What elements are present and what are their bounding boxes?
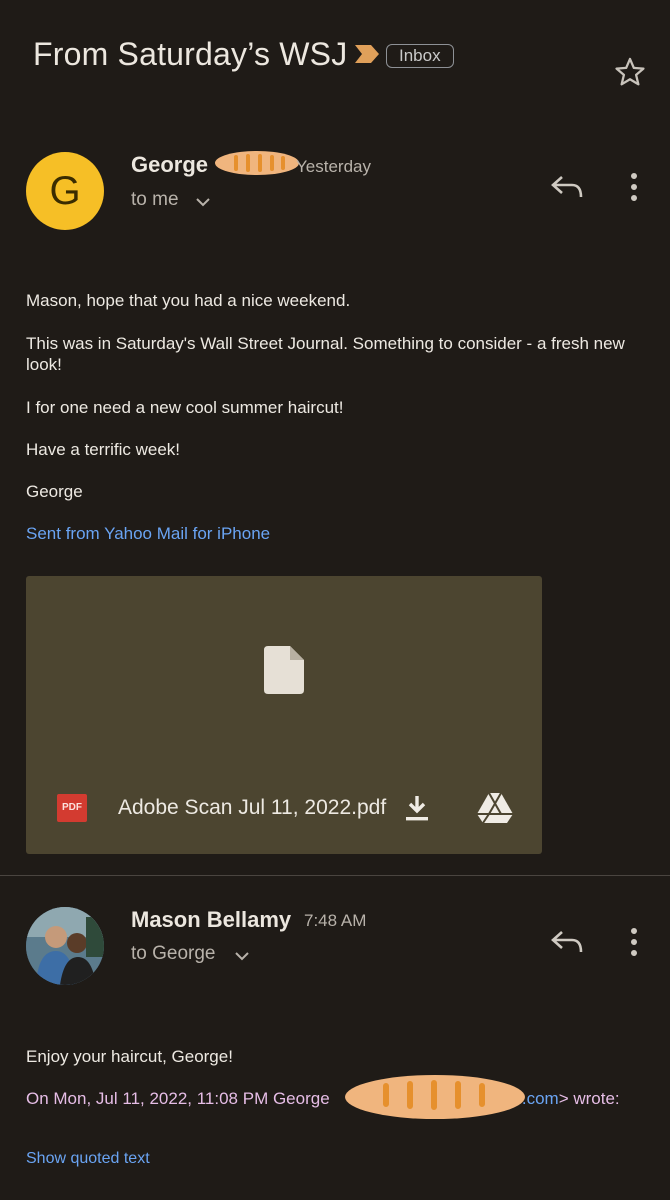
recipient-summary[interactable]: to me [131,189,179,211]
email-subject: From Saturday’s WSJ [33,36,348,72]
sender-name[interactable]: Mason Bellamy [131,907,291,933]
show-quoted-text-link[interactable]: Show quoted text [26,1150,150,1168]
more-options-icon[interactable] [630,927,638,957]
download-icon[interactable] [404,794,430,822]
yahoo-mail-link[interactable]: Sent from Yahoo Mail for iPhone [26,523,270,544]
recipient-summary[interactable]: to George [131,943,216,965]
inbox-label-chip[interactable]: Inbox [386,44,454,68]
more-options-icon[interactable] [630,172,638,202]
save-to-drive-icon[interactable] [476,792,514,824]
pdf-file-icon: PDF [57,794,87,822]
quoted-suffix: > wrote: [558,1089,620,1108]
body-paragraph: Mason, hope that you had a nice weekend. [26,291,351,310]
sender-avatar-photo[interactable] [26,907,104,985]
importance-marker-icon[interactable] [353,43,381,65]
star-icon[interactable] [613,55,647,89]
body-paragraph: Enjoy your haircut, George! [26,1047,233,1066]
document-icon [264,646,304,694]
redaction-sticker [345,1075,525,1119]
message-time: Yesterday [296,157,371,176]
message-divider [0,875,670,876]
redaction-sticker [215,151,299,175]
quoted-header: On Mon, Jul 11, 2022, 11:08 PM George o.… [26,1089,620,1109]
body-paragraph: Have a terrific week! [26,440,180,459]
chevron-down-icon[interactable] [234,950,250,962]
body-paragraph: This was in Saturday's Wall Street Journ… [26,334,625,374]
chevron-down-icon[interactable] [195,196,211,208]
sender-name[interactable]: George [131,152,208,178]
body-paragraph: George [26,482,83,501]
reply-icon[interactable] [550,173,584,201]
attachment-filename: Adobe Scan Jul 11, 2022.pdf [118,796,387,819]
sender-avatar[interactable]: G [26,152,104,230]
quoted-prefix: On Mon, Jul 11, 2022, 11:08 PM George [26,1089,335,1108]
attachment-card[interactable]: PDF Adobe Scan Jul 11, 2022.pdf [26,576,542,854]
body-paragraph: I for one need a new cool summer haircut… [26,398,344,417]
message-time: 7:48 AM [304,911,367,930]
reply-icon[interactable] [550,928,584,956]
